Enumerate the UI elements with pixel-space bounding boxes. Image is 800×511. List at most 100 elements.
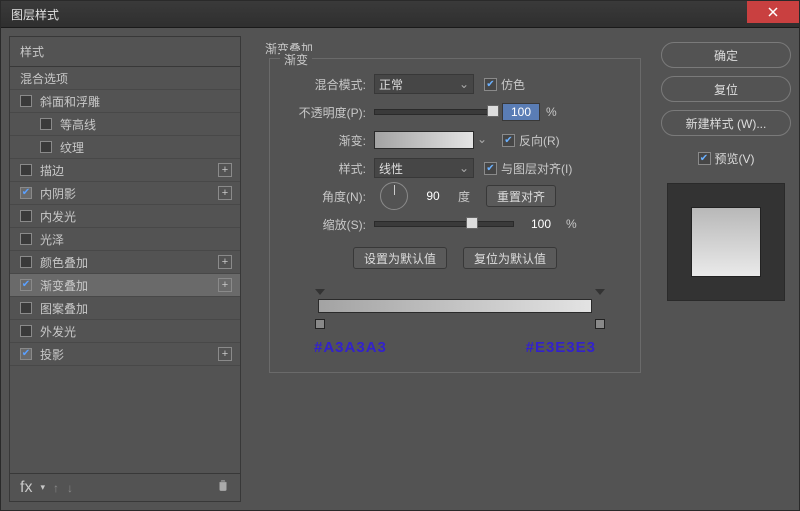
settings-panel: 渐变叠加 渐变 混合模式: 正常 仿色 不透明度(P): 100 % [249,36,653,502]
new-style-button[interactable]: 新建样式 (W)... [661,110,791,136]
effect-checkbox[interactable] [20,348,32,360]
scale-label: 缩放(S): [284,216,374,233]
close-button[interactable] [747,1,799,23]
add-effect-icon[interactable]: + [218,347,232,361]
effect-row-9[interactable]: 图案叠加 [10,297,240,320]
effect-checkbox[interactable] [20,210,32,222]
effect-checkbox[interactable] [20,233,32,245]
blend-mode-select[interactable]: 正常 [374,74,474,94]
effect-label: 斜面和浮雕 [40,93,232,110]
reverse-checkbox[interactable] [502,134,515,147]
scale-value[interactable]: 100 [522,215,560,233]
effect-label: 投影 [40,346,218,363]
effect-label: 图案叠加 [40,300,232,317]
effect-row-3[interactable]: 描边+ [10,159,240,182]
sidebar-footer: fx ▾ ↑ ↓ [10,473,240,501]
reset-default-button[interactable]: 复位为默认值 [463,247,557,269]
effect-checkbox[interactable] [20,256,32,268]
effect-label: 颜色叠加 [40,254,218,271]
effect-checkbox[interactable] [20,302,32,314]
scale-unit: % [566,217,577,231]
angle-value[interactable]: 90 [414,187,452,205]
gradient-ramp[interactable] [308,287,602,327]
color-stop-right[interactable] [595,319,605,329]
add-effect-icon[interactable]: + [218,255,232,269]
add-effect-icon[interactable]: + [218,186,232,200]
dither-checkbox[interactable] [484,78,497,91]
color-stop-left[interactable] [315,319,325,329]
effect-checkbox[interactable] [20,325,32,337]
gradient-picker[interactable] [374,131,474,149]
blend-mode-row: 混合模式: 正常 仿色 [284,71,626,97]
titlebar: 图层样式 [1,1,799,28]
gradient-row: 渐变: 反向(R) [284,127,626,153]
fx-menu-icon[interactable]: ▾ [40,482,45,493]
effect-label: 光泽 [40,231,232,248]
group-legend: 渐变 [280,51,312,68]
angle-unit: 度 [458,188,470,205]
blend-options-row[interactable]: 混合选项 [10,67,240,90]
ok-button[interactable]: 确定 [661,42,791,68]
arrow-up-icon[interactable]: ↑ [53,481,59,495]
blend-mode-label: 混合模式: [284,76,374,93]
reset-align-button[interactable]: 重置对齐 [486,185,556,207]
effect-checkbox[interactable] [20,279,32,291]
arrow-down-icon[interactable]: ↓ [67,481,73,495]
effect-checkbox[interactable] [40,118,52,130]
effect-row-2[interactable]: 纹理 [10,136,240,159]
angle-dial[interactable] [380,182,408,210]
effect-row-6[interactable]: 光泽 [10,228,240,251]
preview-checkbox[interactable] [698,152,711,165]
effect-row-0[interactable]: 斜面和浮雕 [10,90,240,113]
opacity-row: 不透明度(P): 100 % [284,99,626,125]
gradient-bar[interactable] [318,299,592,313]
effect-row-5[interactable]: 内发光 [10,205,240,228]
effect-row-10[interactable]: 外发光 [10,320,240,343]
trash-icon[interactable] [216,478,230,497]
color-left-label: #A3A3A3 [314,339,387,356]
gradient-group: 渐变 混合模式: 正常 仿色 不透明度(P): 100 % 渐变: [269,58,641,373]
align-label: 与图层对齐(I) [501,160,572,177]
layer-style-dialog: 图层样式 样式 混合选项 斜面和浮雕等高线纹理描边+内阴影+内发光光泽颜色叠加+… [0,0,800,511]
effect-row-7[interactable]: 颜色叠加+ [10,251,240,274]
effect-row-8[interactable]: 渐变叠加+ [10,274,240,297]
blend-options-label: 混合选项 [20,70,232,87]
fx-label[interactable]: fx [20,479,32,497]
effect-row-11[interactable]: 投影+ [10,343,240,366]
effect-checkbox[interactable] [20,164,32,176]
effect-label: 纹理 [60,139,232,156]
effect-label: 描边 [40,162,218,179]
color-right-label: #E3E3E3 [526,339,596,356]
effect-label: 渐变叠加 [40,277,218,294]
opacity-label: 不透明度(P): [284,104,374,121]
effect-checkbox[interactable] [40,141,52,153]
style-select[interactable]: 线性 [374,158,474,178]
scale-slider[interactable] [374,221,514,227]
effect-checkbox[interactable] [20,187,32,199]
add-effect-icon[interactable]: + [218,163,232,177]
effect-checkbox[interactable] [20,95,32,107]
add-effect-icon[interactable]: + [218,278,232,292]
opacity-unit: % [546,105,557,119]
reverse-label: 反向(R) [519,132,560,149]
set-default-button[interactable]: 设置为默认值 [353,247,447,269]
scale-row: 缩放(S): 100 % [284,211,626,237]
effect-row-1[interactable]: 等高线 [10,113,240,136]
preview-label: 预览(V) [715,150,755,167]
opacity-value[interactable]: 100 [502,103,540,121]
align-checkbox[interactable] [484,162,497,175]
gradient-label: 渐变: [284,132,374,149]
defaults-row: 设置为默认值 复位为默认值 [284,247,626,269]
angle-row: 角度(N): 90 度 重置对齐 [284,183,626,209]
preview-row: 预览(V) [661,150,791,167]
opacity-slider[interactable] [374,109,494,115]
opacity-stop-right[interactable] [595,289,605,299]
effect-label: 等高线 [60,116,232,133]
gradient-color-labels: #A3A3A3 #E3E3E3 [308,339,602,356]
angle-label: 角度(N): [284,188,374,205]
cancel-button[interactable]: 复位 [661,76,791,102]
effects-list: 斜面和浮雕等高线纹理描边+内阴影+内发光光泽颜色叠加+渐变叠加+图案叠加外发光投… [10,90,240,473]
sidebar-header: 样式 [10,37,240,67]
opacity-stop-left[interactable] [315,289,325,299]
effect-row-4[interactable]: 内阴影+ [10,182,240,205]
